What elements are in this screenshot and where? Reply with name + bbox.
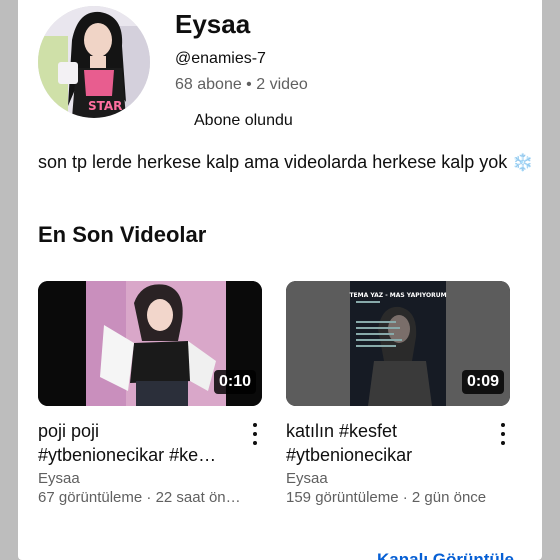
avatar-image: STAR	[38, 6, 150, 118]
video-title[interactable]: poji poji #ytbenionecikar #ke…	[38, 419, 238, 467]
snowflake-icon: ❄️	[512, 153, 534, 172]
video-title[interactable]: katılın #kesfet #ytbenionecikar	[286, 419, 486, 467]
avatar-caption: STAR	[88, 99, 122, 113]
channel-description: son tp lerde herkese kalp ama videolarda…	[38, 150, 534, 175]
video-thumbnail[interactable]: 0:10	[38, 281, 262, 406]
view-channel-link[interactable]: Kanalı Görüntüle	[377, 550, 514, 560]
video-meta: 159 görüntüleme · 2 gün önce	[286, 489, 487, 506]
video-duration: 0:09	[461, 370, 504, 394]
video-channel: Eysaa	[38, 470, 80, 487]
video-card[interactable]: TEMA YAZ - MAS YAPIYORUM 0:09 katılın #k…	[286, 281, 510, 506]
more-options-icon[interactable]	[496, 421, 510, 447]
subscribed-button[interactable]: Abone olundu	[176, 103, 311, 139]
video-meta: 67 görüntüleme · 22 saat ön…	[38, 489, 241, 506]
thumbnail-caption: TEMA YAZ - MAS YAPIYORUM	[349, 292, 446, 299]
section-title: En Son Videolar	[38, 222, 207, 247]
channel-popup-card: STAR Eysaa @enamies-7 68 abone • 2 video…	[18, 0, 542, 560]
video-thumbnail[interactable]: TEMA YAZ - MAS YAPIYORUM 0:09	[286, 281, 510, 406]
description-text: son tp lerde herkese kalp ama videolarda…	[38, 152, 508, 172]
channel-avatar[interactable]: STAR	[38, 6, 150, 118]
channel-handle: @enamies-7	[175, 50, 266, 67]
more-options-icon[interactable]	[248, 421, 262, 447]
channel-stats: 68 abone • 2 video	[175, 76, 308, 93]
video-channel: Eysaa	[286, 470, 328, 487]
video-card[interactable]: 0:10 poji poji #ytbenionecikar #ke… Eysa…	[38, 281, 262, 506]
video-duration: 0:10	[213, 370, 256, 394]
channel-name[interactable]: Eysaa	[175, 9, 250, 40]
